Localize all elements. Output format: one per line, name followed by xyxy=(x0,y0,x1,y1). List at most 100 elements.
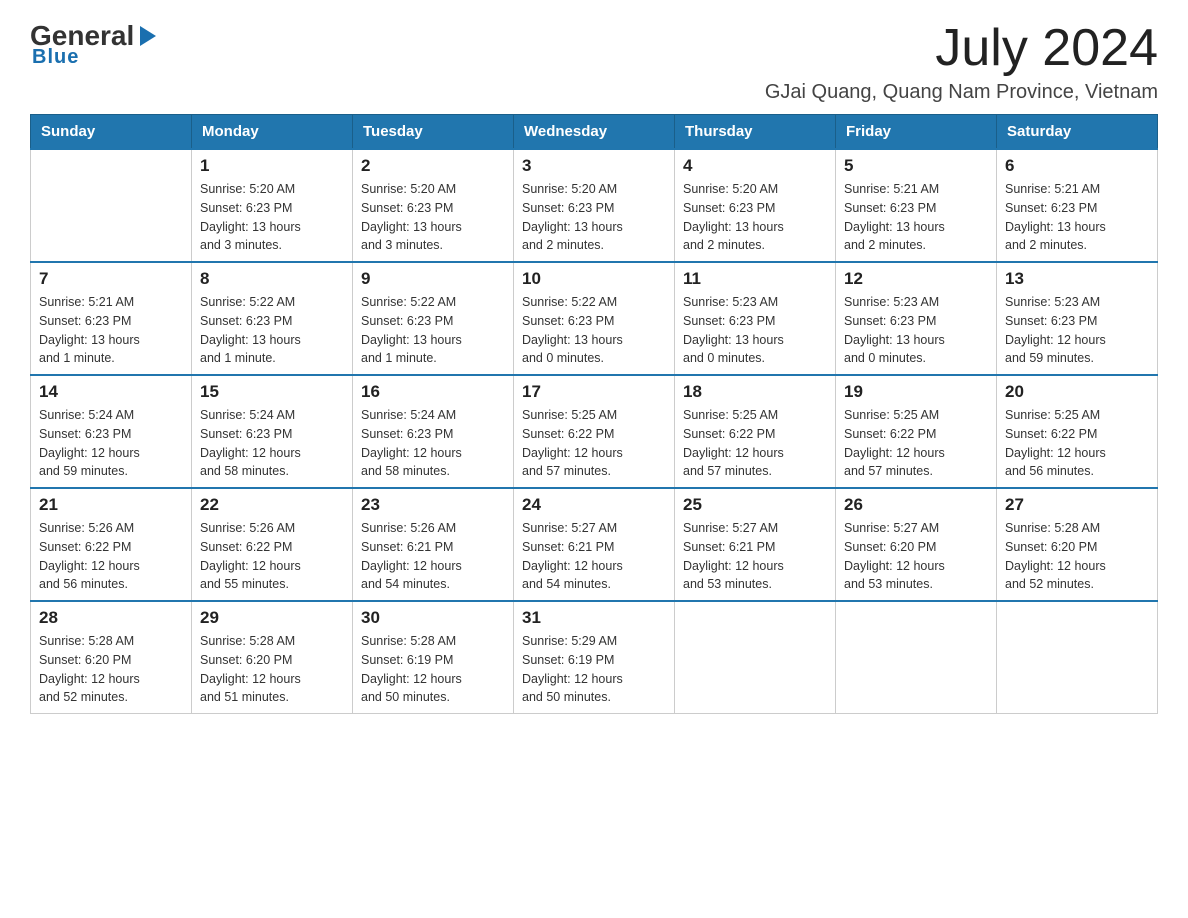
day-info: Sunrise: 5:22 AM Sunset: 6:23 PM Dayligh… xyxy=(522,293,666,368)
calendar-cell: 25 Sunrise: 5:27 AM Sunset: 6:21 PM Dayli… xyxy=(675,488,836,601)
day-info: Sunrise: 5:26 AM Sunset: 6:21 PM Dayligh… xyxy=(361,519,505,594)
calendar-cell: 9 Sunrise: 5:22 AM Sunset: 6:23 PM Daylig… xyxy=(353,262,514,375)
header-saturday: Saturday xyxy=(997,115,1158,150)
calendar-cell: 4 Sunrise: 5:20 AM Sunset: 6:23 PM Daylig… xyxy=(675,149,836,262)
day-info: Sunrise: 5:26 AM Sunset: 6:22 PM Dayligh… xyxy=(39,519,183,594)
calendar-cell: 5Sunrise: 5:21 AM Sunset: 6:23 PM Daylig… xyxy=(836,149,997,262)
day-number: 23 xyxy=(361,495,505,515)
header-monday: Monday xyxy=(192,115,353,150)
calendar-cell: 29 Sunrise: 5:28 AM Sunset: 6:20 PM Dayli… xyxy=(192,601,353,714)
day-number: 20 xyxy=(1005,382,1149,402)
calendar-week-3: 14 Sunrise: 5:24 AM Sunset: 6:23 PM Dayli… xyxy=(31,375,1158,488)
day-number: 17 xyxy=(522,382,666,402)
day-number: 3 xyxy=(522,156,666,176)
calendar-cell: 20 Sunrise: 5:25 AM Sunset: 6:22 PM Dayli… xyxy=(997,375,1158,488)
day-info: Sunrise: 5:27 AM Sunset: 6:20 PM Dayligh… xyxy=(844,519,988,594)
calendar-cell: 27 Sunrise: 5:28 AM Sunset: 6:20 PM Dayli… xyxy=(997,488,1158,601)
header: General Blue July 2024 GJai Quang, Quang… xyxy=(30,20,1158,104)
logo-blue-line: Blue xyxy=(32,46,79,69)
day-number: 12 xyxy=(844,269,988,289)
calendar-cell: 19Sunrise: 5:25 AM Sunset: 6:22 PM Dayli… xyxy=(836,375,997,488)
day-number: 16 xyxy=(361,382,505,402)
day-number: 7 xyxy=(39,269,183,289)
calendar-table: Sunday Monday Tuesday Wednesday Thursday… xyxy=(30,114,1158,714)
logo: General Blue xyxy=(30,20,162,69)
month-title: July 2024 xyxy=(765,20,1158,77)
day-number: 22 xyxy=(200,495,344,515)
day-number: 29 xyxy=(200,608,344,628)
day-number: 11 xyxy=(683,269,827,289)
day-info: Sunrise: 5:21 AM Sunset: 6:23 PM Dayligh… xyxy=(39,293,183,368)
day-number: 26 xyxy=(844,495,988,515)
calendar-cell: 13 Sunrise: 5:23 AM Sunset: 6:23 PM Dayli… xyxy=(997,262,1158,375)
calendar-cell xyxy=(836,601,997,714)
calendar-week-2: 7 Sunrise: 5:21 AM Sunset: 6:23 PM Daylig… xyxy=(31,262,1158,375)
day-info: Sunrise: 5:20 AM Sunset: 6:23 PM Dayligh… xyxy=(522,180,666,255)
calendar-cell: 24Sunrise: 5:27 AM Sunset: 6:21 PM Dayli… xyxy=(514,488,675,601)
calendar-cell: 8 Sunrise: 5:22 AM Sunset: 6:23 PM Daylig… xyxy=(192,262,353,375)
calendar-cell: 18Sunrise: 5:25 AM Sunset: 6:22 PM Dayli… xyxy=(675,375,836,488)
day-number: 28 xyxy=(39,608,183,628)
title-area: July 2024 GJai Quang, Quang Nam Province… xyxy=(765,20,1158,104)
calendar-cell: 21 Sunrise: 5:26 AM Sunset: 6:22 PM Dayli… xyxy=(31,488,192,601)
calendar-week-4: 21 Sunrise: 5:26 AM Sunset: 6:22 PM Dayli… xyxy=(31,488,1158,601)
day-info: Sunrise: 5:28 AM Sunset: 6:20 PM Dayligh… xyxy=(200,632,344,707)
day-number: 5 xyxy=(844,156,988,176)
calendar-cell: 23 Sunrise: 5:26 AM Sunset: 6:21 PM Dayli… xyxy=(353,488,514,601)
day-number: 27 xyxy=(1005,495,1149,515)
calendar-cell xyxy=(675,601,836,714)
calendar-cell: 14 Sunrise: 5:24 AM Sunset: 6:23 PM Dayli… xyxy=(31,375,192,488)
day-info: Sunrise: 5:26 AM Sunset: 6:22 PM Dayligh… xyxy=(200,519,344,594)
calendar-cell: 6 Sunrise: 5:21 AM Sunset: 6:23 PM Daylig… xyxy=(997,149,1158,262)
calendar-cell: 16Sunrise: 5:24 AM Sunset: 6:23 PM Dayli… xyxy=(353,375,514,488)
calendar-cell xyxy=(31,149,192,262)
day-number: 2 xyxy=(361,156,505,176)
day-number: 30 xyxy=(361,608,505,628)
calendar-header-row: Sunday Monday Tuesday Wednesday Thursday… xyxy=(31,115,1158,150)
day-number: 1 xyxy=(200,156,344,176)
day-info: Sunrise: 5:20 AM Sunset: 6:23 PM Dayligh… xyxy=(200,180,344,255)
calendar-cell: 30Sunrise: 5:28 AM Sunset: 6:19 PM Dayli… xyxy=(353,601,514,714)
day-info: Sunrise: 5:28 AM Sunset: 6:20 PM Dayligh… xyxy=(1005,519,1149,594)
day-info: Sunrise: 5:24 AM Sunset: 6:23 PM Dayligh… xyxy=(39,406,183,481)
day-number: 9 xyxy=(361,269,505,289)
day-info: Sunrise: 5:27 AM Sunset: 6:21 PM Dayligh… xyxy=(522,519,666,594)
header-thursday: Thursday xyxy=(675,115,836,150)
day-number: 18 xyxy=(683,382,827,402)
calendar-cell xyxy=(997,601,1158,714)
day-info: Sunrise: 5:20 AM Sunset: 6:23 PM Dayligh… xyxy=(683,180,827,255)
day-info: Sunrise: 5:21 AM Sunset: 6:23 PM Dayligh… xyxy=(1005,180,1149,255)
calendar-cell: 28Sunrise: 5:28 AM Sunset: 6:20 PM Dayli… xyxy=(31,601,192,714)
day-info: Sunrise: 5:27 AM Sunset: 6:21 PM Dayligh… xyxy=(683,519,827,594)
calendar-cell: 7 Sunrise: 5:21 AM Sunset: 6:23 PM Daylig… xyxy=(31,262,192,375)
day-number: 4 xyxy=(683,156,827,176)
logo-blue-label: Blue xyxy=(32,46,79,68)
day-info: Sunrise: 5:23 AM Sunset: 6:23 PM Dayligh… xyxy=(683,293,827,368)
day-number: 6 xyxy=(1005,156,1149,176)
day-number: 15 xyxy=(200,382,344,402)
day-info: Sunrise: 5:25 AM Sunset: 6:22 PM Dayligh… xyxy=(844,406,988,481)
location-title: GJai Quang, Quang Nam Province, Vietnam xyxy=(765,81,1158,104)
day-info: Sunrise: 5:23 AM Sunset: 6:23 PM Dayligh… xyxy=(1005,293,1149,368)
day-info: Sunrise: 5:20 AM Sunset: 6:23 PM Dayligh… xyxy=(361,180,505,255)
header-wednesday: Wednesday xyxy=(514,115,675,150)
day-number: 13 xyxy=(1005,269,1149,289)
calendar-cell: 2 Sunrise: 5:20 AM Sunset: 6:23 PM Daylig… xyxy=(353,149,514,262)
header-tuesday: Tuesday xyxy=(353,115,514,150)
logo-arrow-icon xyxy=(134,22,162,50)
day-info: Sunrise: 5:24 AM Sunset: 6:23 PM Dayligh… xyxy=(200,406,344,481)
day-info: Sunrise: 5:22 AM Sunset: 6:23 PM Dayligh… xyxy=(361,293,505,368)
calendar-cell: 1 Sunrise: 5:20 AM Sunset: 6:23 PM Daylig… xyxy=(192,149,353,262)
calendar-cell: 31Sunrise: 5:29 AM Sunset: 6:19 PM Dayli… xyxy=(514,601,675,714)
day-info: Sunrise: 5:25 AM Sunset: 6:22 PM Dayligh… xyxy=(1005,406,1149,481)
calendar-cell: 17Sunrise: 5:25 AM Sunset: 6:22 PM Dayli… xyxy=(514,375,675,488)
calendar-cell: 10Sunrise: 5:22 AM Sunset: 6:23 PM Dayli… xyxy=(514,262,675,375)
day-number: 31 xyxy=(522,608,666,628)
day-number: 8 xyxy=(200,269,344,289)
day-info: Sunrise: 5:22 AM Sunset: 6:23 PM Dayligh… xyxy=(200,293,344,368)
calendar-cell: 15 Sunrise: 5:24 AM Sunset: 6:23 PM Dayli… xyxy=(192,375,353,488)
day-number: 25 xyxy=(683,495,827,515)
day-number: 14 xyxy=(39,382,183,402)
calendar-week-1: 1 Sunrise: 5:20 AM Sunset: 6:23 PM Daylig… xyxy=(31,149,1158,262)
day-number: 21 xyxy=(39,495,183,515)
